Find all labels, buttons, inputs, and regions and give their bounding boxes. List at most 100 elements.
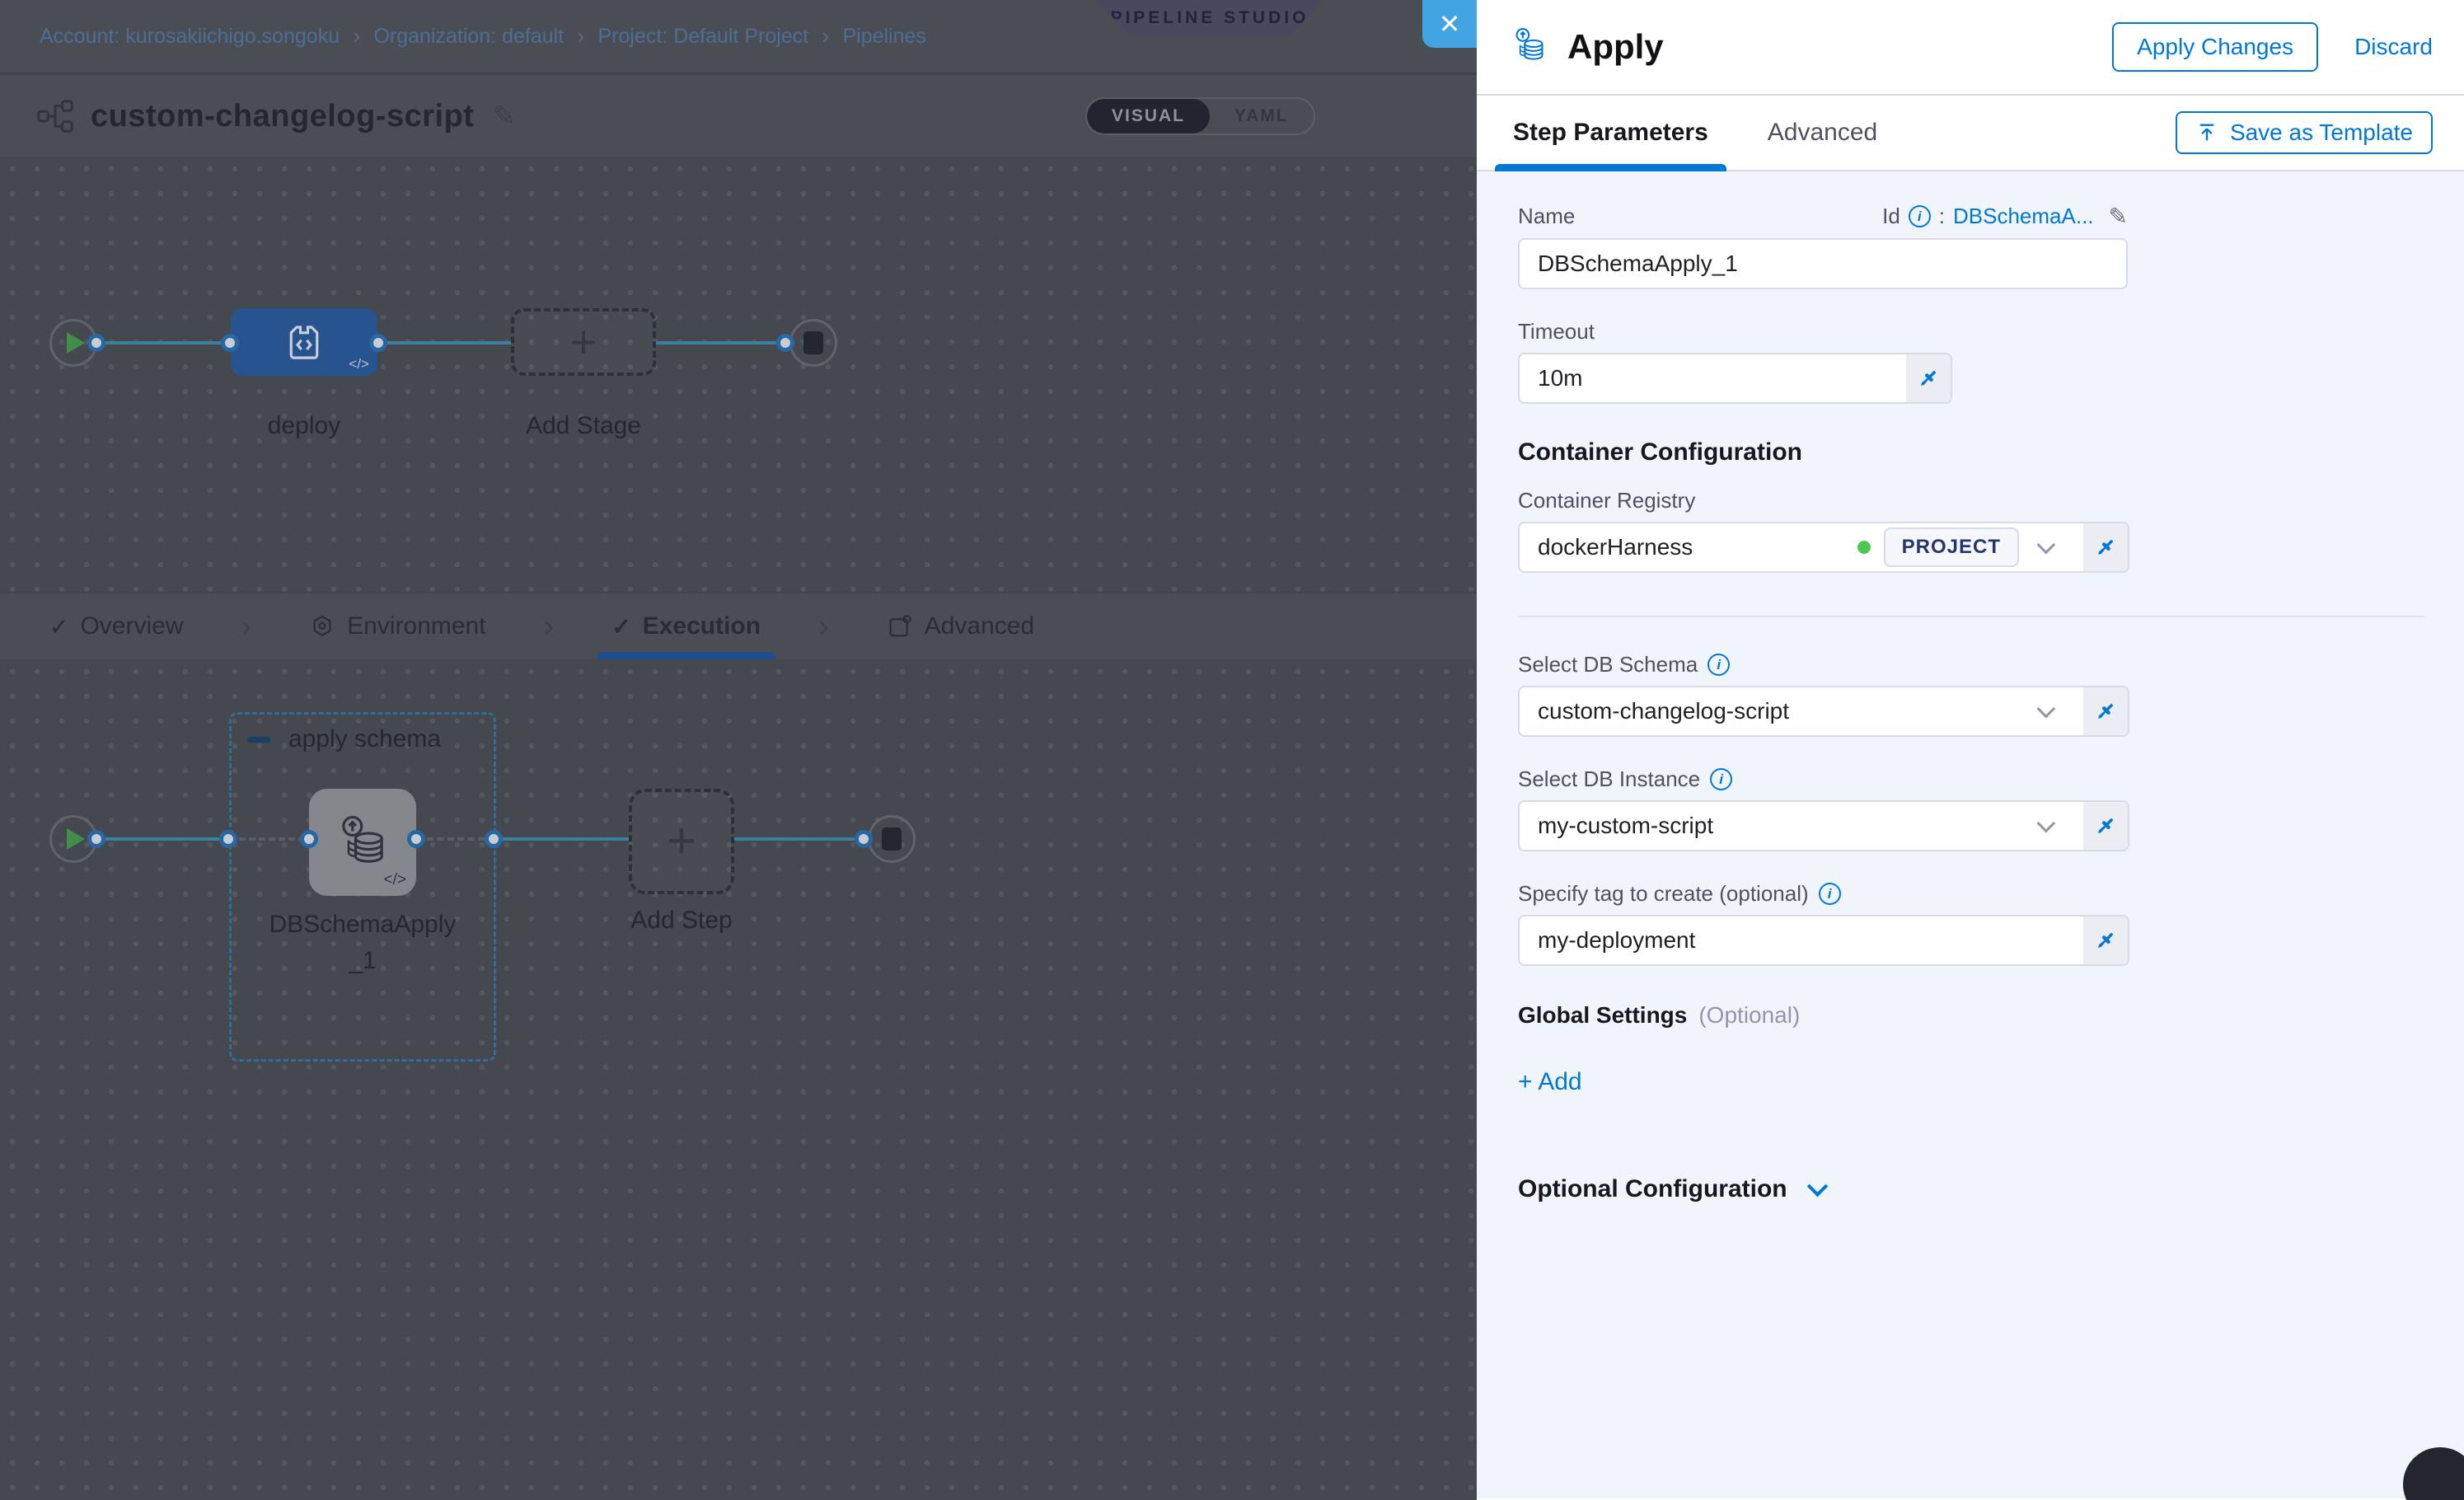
optional-configuration-toggle[interactable]: Optional Configuration: [1518, 1175, 2423, 1203]
db-instance-field: my-custom-script: [1518, 800, 2129, 851]
check-icon: ✓: [49, 613, 68, 640]
stop-icon: [803, 331, 823, 354]
connector-line: [104, 341, 231, 345]
edit-id-icon[interactable]: ✎: [2109, 203, 2128, 230]
apply-changes-button[interactable]: Apply Changes: [2112, 22, 2318, 72]
connector-dot[interactable]: [300, 830, 318, 848]
connector-dot[interactable]: [485, 830, 503, 848]
tag-input[interactable]: [1538, 927, 2065, 954]
plus-icon: +: [570, 319, 597, 365]
chevron-down-icon[interactable]: [2037, 814, 2056, 833]
tab-step-parameters[interactable]: Step Parameters: [1508, 96, 1713, 170]
add-step-label: Add Step: [629, 907, 734, 935]
drawer-header: Apply Apply Changes Discard: [1477, 0, 2464, 96]
close-drawer-button[interactable]: ✕: [1422, 0, 1477, 48]
pin-icon: [2093, 928, 2118, 953]
container-registry-select[interactable]: dockerHarness PROJECT: [1520, 523, 2083, 571]
tab-environment[interactable]: Environment: [301, 593, 494, 659]
breadcrumb-account[interactable]: Account: kurosakiichigo.songoku: [40, 25, 340, 49]
discard-button[interactable]: Discard: [2354, 34, 2433, 60]
connector-dot[interactable]: [369, 334, 387, 352]
container-registry-label: Container Registry: [1518, 488, 2423, 513]
breadcrumb-separator-icon: ›: [577, 23, 584, 49]
connector-dot[interactable]: [407, 830, 425, 848]
edit-pipeline-name-icon[interactable]: ✎: [492, 100, 516, 133]
add-global-setting-link[interactable]: + Add: [1518, 1068, 2423, 1096]
dashed-connector-line: [427, 837, 485, 841]
chevron-right-icon: ›: [241, 609, 252, 645]
input-type-pin-button[interactable]: [2083, 687, 2128, 735]
connector-dot[interactable]: [219, 830, 237, 848]
toggle-yaml[interactable]: YAML: [1210, 99, 1314, 134]
connector-line: [503, 837, 629, 841]
execution-canvas[interactable]: [0, 659, 1477, 1500]
breadcrumb-pipelines[interactable]: Pipelines: [842, 25, 925, 49]
breadcrumb-separator-icon: ›: [353, 23, 360, 49]
connector-dot[interactable]: [855, 830, 873, 848]
stage-label-deploy: deploy: [231, 412, 377, 440]
container-registry-value: dockerHarness: [1538, 534, 1693, 560]
info-icon[interactable]: i: [1710, 768, 1732, 790]
custom-stage-icon: [282, 320, 326, 364]
pipeline-studio-badge: PIPELINE STUDIO: [1098, 0, 1322, 36]
db-schema-select[interactable]: custom-changelog-script: [1520, 687, 2083, 735]
tag-label-text: Specify tag to create (optional): [1518, 881, 1809, 907]
breadcrumb-separator-icon: ›: [822, 23, 829, 49]
add-step-button[interactable]: +: [629, 789, 734, 894]
connector-line: [656, 341, 781, 345]
add-stage-label: Add Stage: [511, 412, 656, 440]
input-type-pin-button[interactable]: [2083, 523, 2128, 571]
input-type-pin-button[interactable]: [2083, 802, 2128, 850]
input-type-pin-button[interactable]: [1906, 354, 1951, 402]
connector-dot[interactable]: [221, 334, 239, 352]
apply-changes-label: Apply Changes: [2137, 34, 2293, 60]
global-settings-row: Global Settings (Optional): [1518, 1002, 2423, 1029]
stage-node-deploy[interactable]: </>: [231, 308, 377, 376]
info-icon[interactable]: i: [1909, 205, 1931, 227]
info-icon[interactable]: i: [1707, 654, 1730, 676]
drawer-title: Apply: [1567, 27, 1664, 67]
pin-icon: [1916, 366, 1941, 391]
tab-advanced[interactable]: Advanced: [878, 593, 1042, 659]
code-badge-icon: </>: [349, 356, 369, 373]
visual-yaml-toggle: VISUAL YAML: [1085, 97, 1315, 135]
db-instance-select[interactable]: my-custom-script: [1520, 802, 2083, 850]
save-as-template-button[interactable]: Save as Template: [2176, 111, 2433, 154]
step-parameters-form: Name Id i : DBSchemaA... ✎ Timeout: [1477, 171, 2464, 1498]
tab-execution[interactable]: ✓ Execution: [603, 593, 769, 659]
chevron-down-icon[interactable]: [2037, 536, 2056, 555]
db-schema-label: Select DB Schema i: [1518, 652, 2423, 677]
connector-dot[interactable]: [87, 334, 105, 352]
tab-label: Overview: [80, 612, 183, 640]
step-group-label[interactable]: apply schema: [288, 725, 441, 753]
timeout-input[interactable]: [1538, 365, 1888, 391]
save-as-template-label: Save as Template: [2230, 120, 2413, 146]
info-icon[interactable]: i: [1819, 883, 1841, 905]
chevron-down-icon[interactable]: [2037, 700, 2056, 719]
name-input[interactable]: [1518, 238, 2128, 289]
name-id-row: Name Id i : DBSchemaA... ✎: [1518, 203, 2128, 230]
optional-configuration-label: Optional Configuration: [1518, 1175, 1787, 1203]
connector-dot[interactable]: [776, 334, 794, 352]
toggle-visual[interactable]: VISUAL: [1087, 99, 1210, 134]
pipeline-graph-icon: [36, 97, 74, 135]
name-label: Name: [1518, 204, 1575, 229]
play-icon: [67, 828, 85, 850]
breadcrumb-project[interactable]: Project: Default Project: [597, 25, 808, 49]
pipeline-canvas: Account: kurosakiichigo.songoku › Organi…: [0, 0, 1477, 1500]
stage-canvas[interactable]: [0, 157, 1477, 592]
tab-overview[interactable]: ✓ Overview: [41, 593, 192, 659]
id-value[interactable]: DBSchemaA...: [1953, 204, 2094, 229]
connector-dot[interactable]: [87, 830, 105, 848]
collapse-group-icon[interactable]: [247, 737, 270, 743]
step-config-drawer: Apply Apply Changes Discard Step Paramet…: [1477, 0, 2464, 1500]
step-node-dbschemaapply[interactable]: </>: [309, 789, 416, 896]
tab-label: Environment: [347, 612, 485, 640]
db-instance-label: Select DB Instance i: [1518, 766, 2423, 792]
timeout-label: Timeout: [1518, 319, 2423, 345]
input-type-pin-button[interactable]: [2083, 916, 2128, 964]
stage-tabbar: ✓ Overview › Environment › ✓ Execution ›…: [0, 592, 1477, 659]
breadcrumb-organization[interactable]: Organization: default: [373, 25, 564, 49]
add-stage-button[interactable]: +: [511, 308, 656, 376]
tab-step-advanced[interactable]: Advanced: [1763, 96, 1882, 170]
